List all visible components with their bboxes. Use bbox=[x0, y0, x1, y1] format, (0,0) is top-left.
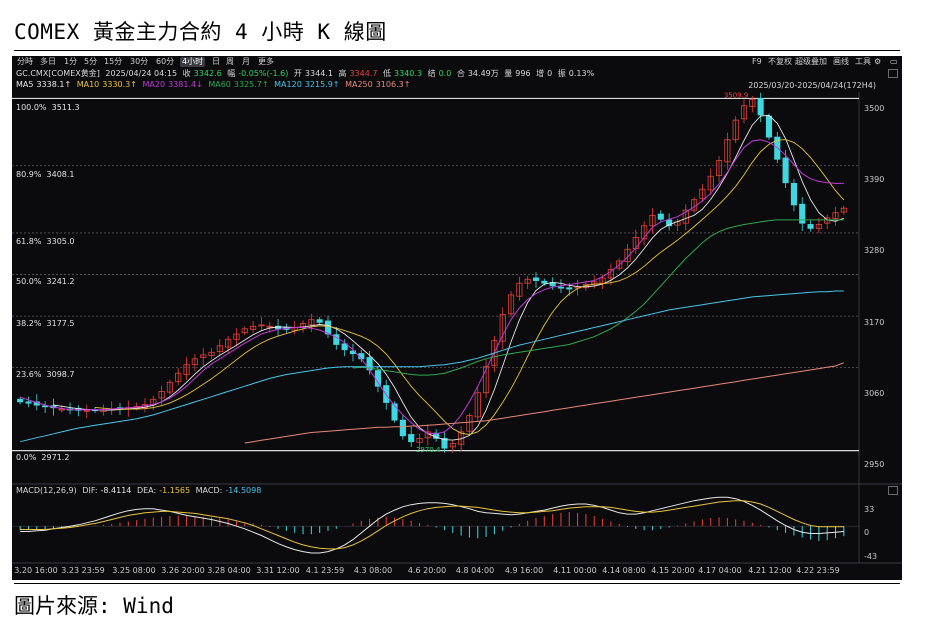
chart-panel: 分時 多日 1分 5分 15分 30分 60分 4小时 日 周 月 更多 F9 … bbox=[12, 56, 902, 580]
ma10-line bbox=[94, 139, 845, 435]
candle-body bbox=[324, 320, 332, 335]
x-tick-7: 4.3 08:00 bbox=[353, 566, 393, 575]
y-tick-3280: 3280 bbox=[864, 246, 885, 255]
x-tick-14: 4.17 04:00 bbox=[698, 566, 742, 575]
candle-body bbox=[399, 419, 406, 437]
candle-body bbox=[757, 98, 764, 116]
x-tick-8: 4.6 20:00 bbox=[407, 566, 447, 575]
ma20-line bbox=[20, 139, 844, 435]
x-tick-1: 3.23 23:59 bbox=[61, 566, 105, 575]
x-tick-12: 4.14 08:00 bbox=[602, 566, 646, 575]
y-tick-3390: 3390 bbox=[864, 175, 885, 184]
x-tick-4: 3.28 04:00 bbox=[207, 566, 251, 575]
dif-label: DIF: bbox=[82, 486, 98, 495]
candle-body bbox=[657, 213, 664, 220]
x-tick-10: 4.9 16:00 bbox=[504, 566, 544, 575]
dea-line bbox=[20, 500, 844, 550]
candle-body bbox=[374, 370, 381, 387]
candle-body bbox=[765, 115, 773, 138]
ma120-line bbox=[20, 290, 844, 443]
dea-value: -1.1565 bbox=[159, 486, 191, 495]
x-tick-16: 4.22 23:59 bbox=[796, 566, 840, 575]
page-title: COMEX 黃金主力合約 4 小時 K 線圖 bbox=[14, 20, 387, 44]
macd-legend: MACD(12,26,9) DIF: -8.4114 DEA: -1.1565 MA… bbox=[16, 486, 264, 496]
candle-body bbox=[316, 319, 323, 323]
candle-body bbox=[25, 401, 32, 404]
y-tick-3500: 3500 bbox=[864, 104, 885, 113]
candle-body bbox=[566, 287, 573, 290]
source-caption: 圖片來源: Wind bbox=[14, 594, 174, 618]
annotation-low: 2970.4 bbox=[416, 446, 441, 454]
candle-body bbox=[541, 280, 548, 284]
fib-label-5: 23.6% 3098.7 bbox=[16, 370, 75, 379]
y-tick-3170: 3170 bbox=[864, 318, 885, 327]
x-tick-5: 3.31 12:00 bbox=[256, 566, 300, 575]
x-tick-2: 3.25 08:00 bbox=[112, 566, 156, 575]
x-tick-3: 3.26 20:00 bbox=[161, 566, 205, 575]
candle-body bbox=[807, 224, 814, 229]
fib-label-0: 100.0% 3511.3 bbox=[16, 103, 80, 112]
x-tick-9: 4.8 04:00 bbox=[455, 566, 495, 575]
ma60-line bbox=[352, 219, 844, 376]
candle-body bbox=[782, 157, 789, 184]
candle-body bbox=[532, 277, 540, 281]
macd-label: MACD: bbox=[195, 486, 223, 495]
fib-label-3: 50.0% 3241.2 bbox=[16, 277, 75, 286]
y-tick-3060: 3060 bbox=[864, 389, 885, 398]
ma250-line bbox=[244, 362, 844, 444]
x-tick-13: 4.15 20:00 bbox=[651, 566, 695, 575]
macd-tick-0: 0 bbox=[864, 528, 870, 537]
macd-tick-33: 33 bbox=[864, 505, 875, 514]
dif-line bbox=[20, 496, 844, 554]
candle-body bbox=[408, 434, 415, 443]
chart-svg: 3509.9 2970.4 bbox=[12, 91, 902, 564]
fib-label-1: 80.9% 3408.1 bbox=[16, 170, 75, 179]
title-rule bbox=[14, 50, 900, 51]
fib-label-6: 0.0% 2971.2 bbox=[16, 453, 70, 462]
candle-body bbox=[790, 182, 797, 206]
macd-value: -14.5098 bbox=[225, 486, 262, 495]
macd-panel-toggle[interactable] bbox=[888, 486, 898, 495]
ma5-line bbox=[53, 114, 844, 441]
x-tick-11: 4.11 00:00 bbox=[553, 566, 597, 575]
fib-label-4: 38.2% 3177.5 bbox=[16, 319, 75, 328]
x-tick-15: 4.21 12:00 bbox=[748, 566, 792, 575]
y-tick-2950: 2950 bbox=[864, 460, 885, 469]
annotation-high: 3509.9 bbox=[724, 91, 749, 99]
source-rule bbox=[14, 583, 900, 584]
dif-value: -8.4114 bbox=[100, 486, 132, 495]
x-tick-6: 4.1 23:59 bbox=[305, 566, 345, 575]
fib-label-2: 61.8% 3305.0 bbox=[16, 237, 75, 246]
x-tick-0: 3.20 16:00 bbox=[14, 566, 58, 575]
macd-tick-neg43: -43 bbox=[864, 552, 878, 561]
candle-body bbox=[557, 286, 565, 289]
macd-title: MACD(12,26,9) bbox=[16, 486, 77, 495]
dea-label: DEA: bbox=[136, 486, 157, 495]
candle-body bbox=[17, 398, 24, 403]
